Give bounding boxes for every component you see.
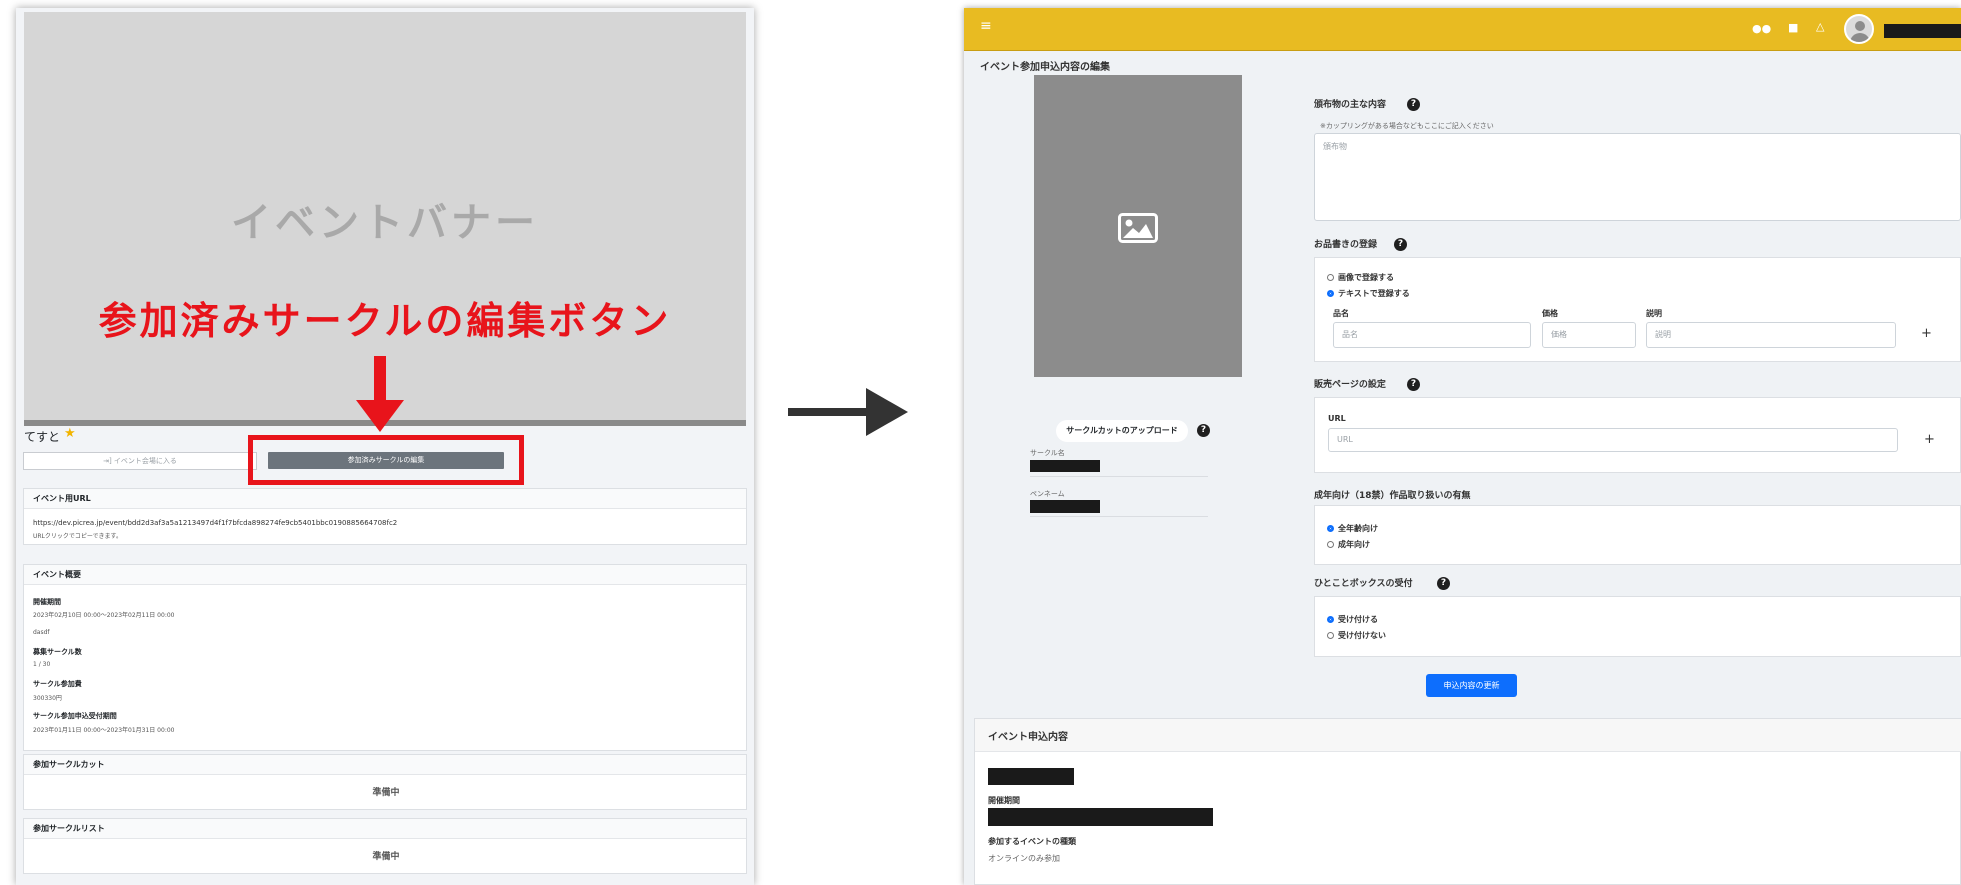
message-box-options: 受け付ける 受け付けない <box>1314 596 1961 657</box>
radio-accept[interactable]: 受け付ける <box>1327 614 1378 625</box>
apply-period-value: 2023年01月11日 00:00〜2023年01月31日 00:00 <box>33 727 175 734</box>
image-placeholder-icon <box>1118 213 1158 243</box>
radio-label: 全年齢向け <box>1338 524 1378 533</box>
redacted-period <box>988 808 1213 826</box>
distribution-textarea[interactable]: 頒布物 <box>1314 133 1961 221</box>
help-icon[interactable]: ? <box>1407 98 1420 111</box>
transition-arrow-shaft <box>788 408 872 416</box>
event-title: てすと <box>24 430 61 444</box>
menu-register-title: お品書きの登録 <box>1314 240 1378 250</box>
item-name-header: 品名 <box>1333 309 1349 318</box>
card-title: 参加サークルリスト <box>24 819 746 839</box>
radio-adult[interactable]: 成年向け <box>1327 539 1370 550</box>
radio-label: テキストで登録する <box>1338 289 1410 298</box>
add-url-button[interactable]: + <box>1924 432 1935 447</box>
add-item-button[interactable]: + <box>1921 326 1932 341</box>
update-application-button[interactable]: 申込内容の更新 <box>1426 674 1517 697</box>
circle-cut-card: 参加サークルカット 準備中 <box>23 754 747 810</box>
card-title: イベント申込内容 <box>988 732 1068 743</box>
event-page-screenshot: イベントバナー 参加済みサークルの編集ボタン てすと ★ ⇥] イベント会場に入… <box>16 8 754 885</box>
enter-venue-button[interactable]: ⇥] イベント会場に入る <box>23 452 257 470</box>
chat-icon[interactable]: ●● <box>1752 22 1771 35</box>
radio-label: 受け付ける <box>1338 615 1378 624</box>
top-navbar: ≡ ●● ■ △ <box>964 8 1961 51</box>
redacted-event-name <box>988 768 1074 785</box>
price-input[interactable]: 価格 <box>1542 322 1636 348</box>
description-header: 説明 <box>1646 309 1662 318</box>
fee-label: サークル参加費 <box>33 680 82 688</box>
shopping-bag-icon[interactable]: ■ <box>1788 21 1798 34</box>
description-input[interactable]: 説明 <box>1646 322 1896 348</box>
circle-name-label: サークル名 <box>1030 449 1065 457</box>
bell-icon[interactable]: △ <box>1816 20 1824 33</box>
radio-register-text[interactable]: テキストで登録する <box>1327 288 1410 299</box>
radio-reject[interactable]: 受け付けない <box>1327 630 1386 641</box>
card-title: 参加サークルカット <box>24 755 746 775</box>
redacted-pen-name <box>1030 500 1100 513</box>
application-details-card: イベント申込内容 開催期間 参加するイベントの種類 オンラインのみ参加 <box>974 718 1961 885</box>
recruit-value: 1 / 30 <box>33 661 51 668</box>
divider <box>1030 476 1208 477</box>
circle-list-card: 参加サークルリスト 準備中 <box>23 818 747 874</box>
callout-label: 参加済みサークルの編集ボタン <box>98 299 672 343</box>
menu-register-box: 画像で登録する テキストで登録する 品名 価格 説明 品名 価格 説明 + <box>1314 257 1961 362</box>
event-url-card: イベント用URL https://dev.picrea.jp/event/bdd… <box>23 488 747 545</box>
avatar-body <box>1850 33 1870 42</box>
callout-arrow-shaft <box>374 356 386 402</box>
help-icon[interactable]: ? <box>1197 424 1210 437</box>
redacted-username <box>1884 24 1961 38</box>
hamburger-menu-icon[interactable]: ≡ <box>980 18 992 34</box>
card-title: イベント用URL <box>24 489 746 509</box>
period-value: 2023年02月10日 00:00〜2023年02月11日 00:00 <box>33 612 175 619</box>
price-header: 価格 <box>1542 309 1558 318</box>
fee-value: 300330円 <box>33 695 62 702</box>
preparing-text: 準備中 <box>372 788 400 798</box>
redacted-circle-name <box>1030 460 1100 472</box>
event-type-value: オンラインのみ参加 <box>988 854 1060 863</box>
avatar-head <box>1855 21 1865 31</box>
sales-page-title: 販売ページの設定 <box>1314 380 1386 390</box>
url-label: URL <box>1328 414 1346 423</box>
event-description: dasdf <box>33 629 50 636</box>
card-header: イベント申込内容 <box>975 719 1961 752</box>
distribution-title: 頒布物の主な内容 <box>1314 100 1387 110</box>
divider <box>1030 516 1208 517</box>
help-icon[interactable]: ? <box>1407 378 1420 391</box>
sales-url-input[interactable]: URL <box>1328 428 1898 452</box>
radio-label: 受け付けない <box>1338 631 1386 640</box>
adult-content-box: 全年齢向け 成年向け <box>1314 505 1961 565</box>
edit-application-screenshot: ≡ ●● ■ △ イベント参加申込内容の編集 サークルカットのアップロード ? … <box>964 8 1961 885</box>
radio-all-ages[interactable]: 全年齢向け <box>1327 523 1378 534</box>
preparing-text: 準備中 <box>372 852 400 862</box>
recruit-label: 募集サークル数 <box>33 648 82 656</box>
pen-name-label: ペンネーム <box>1030 490 1065 498</box>
help-icon[interactable]: ? <box>1437 577 1450 590</box>
down-arrow-icon <box>356 400 404 432</box>
url-copy-hint: URLクリックでコピーできます。 <box>33 533 122 540</box>
event-summary-card: イベント概要 開催期間 2023年02月10日 00:00〜2023年02月11… <box>23 564 747 751</box>
help-icon[interactable]: ? <box>1394 238 1407 251</box>
message-box-title: ひとことボックスの受付 <box>1314 579 1413 589</box>
radio-label: 画像で登録する <box>1338 273 1394 282</box>
highlight-frame <box>248 435 524 485</box>
avatar[interactable] <box>1844 14 1874 44</box>
radio-label: 成年向け <box>1338 540 1370 549</box>
period-label: 開催期間 <box>988 796 1020 805</box>
banner-placeholder-text: イベントバナー <box>231 200 539 246</box>
apply-period-label: サークル参加申込受付期間 <box>33 712 117 720</box>
distribution-note: ※カップリングがある場合などもここにご記入ください <box>1320 122 1494 130</box>
radio-register-image[interactable]: 画像で登録する <box>1327 272 1394 283</box>
card-title: イベント概要 <box>24 565 746 585</box>
right-arrow-icon <box>866 388 908 436</box>
event-url-link[interactable]: https://dev.picrea.jp/event/bdd2d3af3a5a… <box>33 519 397 527</box>
event-type-label: 参加するイベントの種類 <box>988 837 1076 846</box>
circle-cut-image <box>1034 75 1242 377</box>
upload-circle-cut-button[interactable]: サークルカットのアップロード <box>1056 420 1188 442</box>
adult-content-title: 成年向け（18禁）作品取り扱いの有無 <box>1314 491 1471 501</box>
item-name-input[interactable]: 品名 <box>1333 322 1531 348</box>
period-label: 開催期間 <box>33 598 61 606</box>
star-icon[interactable]: ★ <box>64 426 76 441</box>
sales-page-box: URL URL + <box>1314 397 1961 473</box>
page-title: イベント参加申込内容の編集 <box>980 62 1110 73</box>
